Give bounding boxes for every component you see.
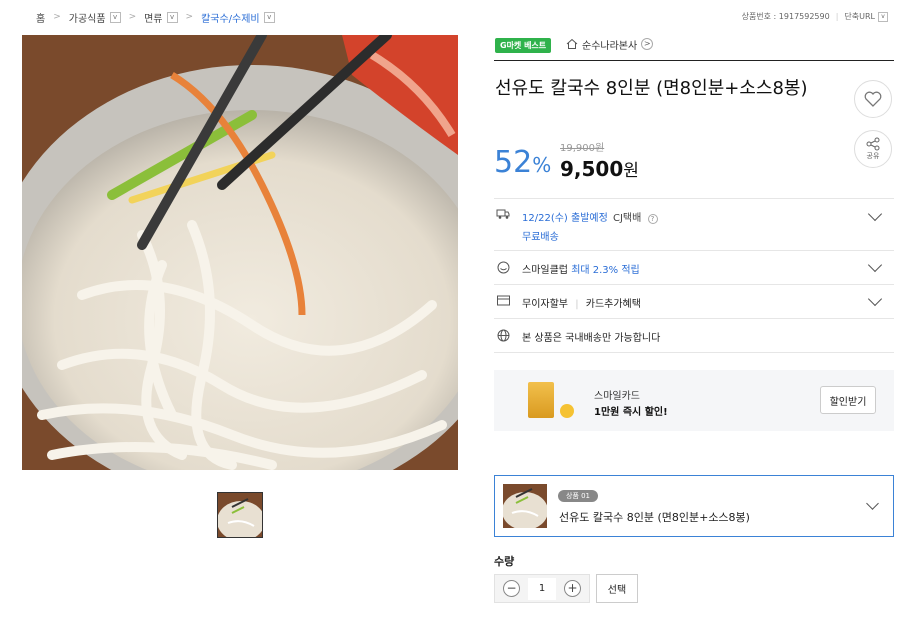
get-discount-button[interactable]: 할인받기 bbox=[820, 386, 876, 414]
divider bbox=[494, 60, 894, 61]
wishlist-button[interactable] bbox=[854, 80, 892, 118]
breadcrumb: 홈 > 가공식품 v > 면류 v > 칼국수/수제비 v bbox=[36, 8, 275, 26]
smilecard-discount: 1만원 즉시 할인! bbox=[594, 407, 668, 418]
globe-icon bbox=[496, 329, 510, 343]
product-number: 상품번호 : 1917592590 bbox=[741, 12, 830, 21]
chevron-right-icon: > bbox=[641, 38, 654, 50]
shipping-region-row: 본 상품은 국내배송만 가능합니다 bbox=[494, 319, 894, 353]
seller-name: 순수나라본사 bbox=[582, 40, 638, 52]
chevron-right-icon: > bbox=[185, 12, 194, 22]
smileclub-row[interactable]: 스마일클럽 최대 2.3% 적립 bbox=[494, 251, 894, 285]
breadcrumb-category[interactable]: 가공식품 bbox=[69, 10, 106, 25]
chevron-right-icon: > bbox=[53, 12, 61, 22]
option-badge: 상품 01 bbox=[558, 490, 599, 502]
minus-button[interactable]: − bbox=[503, 580, 520, 597]
discount-rate: 52% bbox=[494, 146, 551, 182]
free-shipping: 무료배송 bbox=[522, 232, 559, 243]
courier-name: CJ택배 bbox=[613, 213, 642, 224]
sale-price: 9,500원 bbox=[560, 156, 639, 181]
breadcrumb-current[interactable]: 칼국수/수제비 bbox=[201, 10, 260, 25]
breadcrumb-home[interactable]: 홈 bbox=[36, 10, 45, 25]
quantity-label: 수량 bbox=[494, 555, 515, 568]
sale-price-unit: 원 bbox=[623, 161, 639, 181]
card-icon bbox=[496, 295, 510, 309]
chevron-down-icon[interactable] bbox=[867, 257, 883, 273]
share-button[interactable]: 공유 bbox=[854, 130, 892, 168]
installment-row[interactable]: 무이자할부 | 카드추가혜택 bbox=[494, 285, 894, 319]
option-selector[interactable]: 상품 01 선유도 칼국수 8인분 (면8인분+소스8봉) bbox=[494, 475, 894, 537]
home-icon bbox=[566, 38, 578, 49]
smileclub-reward: 최대 2.3% 적립 bbox=[571, 265, 640, 276]
gmarket-best-badge: G마켓 베스트 bbox=[495, 38, 552, 53]
seller-link[interactable]: 순수나라본사 > bbox=[566, 36, 654, 52]
discount-value: 52 bbox=[494, 145, 533, 180]
chevron-down-icon[interactable] bbox=[867, 291, 883, 307]
heart-icon bbox=[864, 91, 882, 107]
quantity-input[interactable]: 1 bbox=[528, 577, 556, 600]
chevron-down-icon[interactable]: v bbox=[263, 11, 275, 23]
chevron-down-icon[interactable]: v bbox=[166, 11, 178, 23]
delivery-date: 12/22(수) 출발예정 bbox=[522, 213, 608, 224]
select-button[interactable]: 선택 bbox=[596, 574, 638, 603]
option-label: 선유도 칼국수 8인분 (면8인분+소스8봉) bbox=[559, 511, 750, 524]
delivery-row[interactable]: 12/22(수) 출발예정 CJ택배 ? 무료배송 bbox=[494, 198, 894, 251]
breadcrumb-subcategory[interactable]: 면류 bbox=[144, 10, 162, 25]
chevron-down-icon[interactable]: v bbox=[878, 11, 888, 22]
chevron-down-icon[interactable] bbox=[867, 206, 883, 222]
chevron-right-icon: > bbox=[128, 12, 137, 22]
original-price: 19,900원 bbox=[560, 143, 605, 154]
option-thumbnail bbox=[503, 484, 547, 528]
divider: | bbox=[835, 12, 839, 21]
quantity-stepper: − 1 + bbox=[494, 574, 590, 603]
plus-button[interactable]: + bbox=[564, 580, 581, 597]
truck-icon bbox=[496, 208, 510, 222]
installment-label: 무이자할부 bbox=[522, 299, 568, 310]
credit-card-icon bbox=[528, 382, 554, 418]
smilecard-promo: 스마일카드 1만원 즉시 할인! 할인받기 bbox=[494, 370, 894, 431]
product-meta: 상품번호 : 1917592590 | 단축URL v bbox=[742, 11, 888, 22]
share-icon bbox=[866, 137, 880, 151]
short-url-link[interactable]: 단축URL bbox=[844, 11, 875, 22]
share-label: 공유 bbox=[866, 152, 880, 160]
product-thumbnail[interactable] bbox=[217, 492, 263, 538]
discount-unit: % bbox=[532, 153, 552, 177]
chevron-down-icon[interactable] bbox=[866, 497, 879, 510]
coin-icon bbox=[560, 404, 574, 418]
card-benefit-label: 카드추가혜택 bbox=[585, 299, 641, 310]
product-title: 선유도 칼국수 8인분 (면8인분+소스8봉) bbox=[495, 78, 808, 99]
smile-icon bbox=[496, 261, 510, 275]
chevron-down-icon[interactable]: v bbox=[109, 11, 121, 23]
domestic-only-notice: 본 상품은 국내배송만 가능합니다 bbox=[522, 333, 661, 344]
product-main-image bbox=[22, 35, 458, 470]
info-icon[interactable]: ? bbox=[647, 214, 658, 224]
smileclub-label: 스마일클럽 bbox=[522, 265, 568, 276]
divider: | bbox=[575, 299, 579, 310]
sale-price-value: 9,500 bbox=[560, 157, 624, 181]
smilecard-title: 스마일카드 bbox=[594, 391, 640, 402]
